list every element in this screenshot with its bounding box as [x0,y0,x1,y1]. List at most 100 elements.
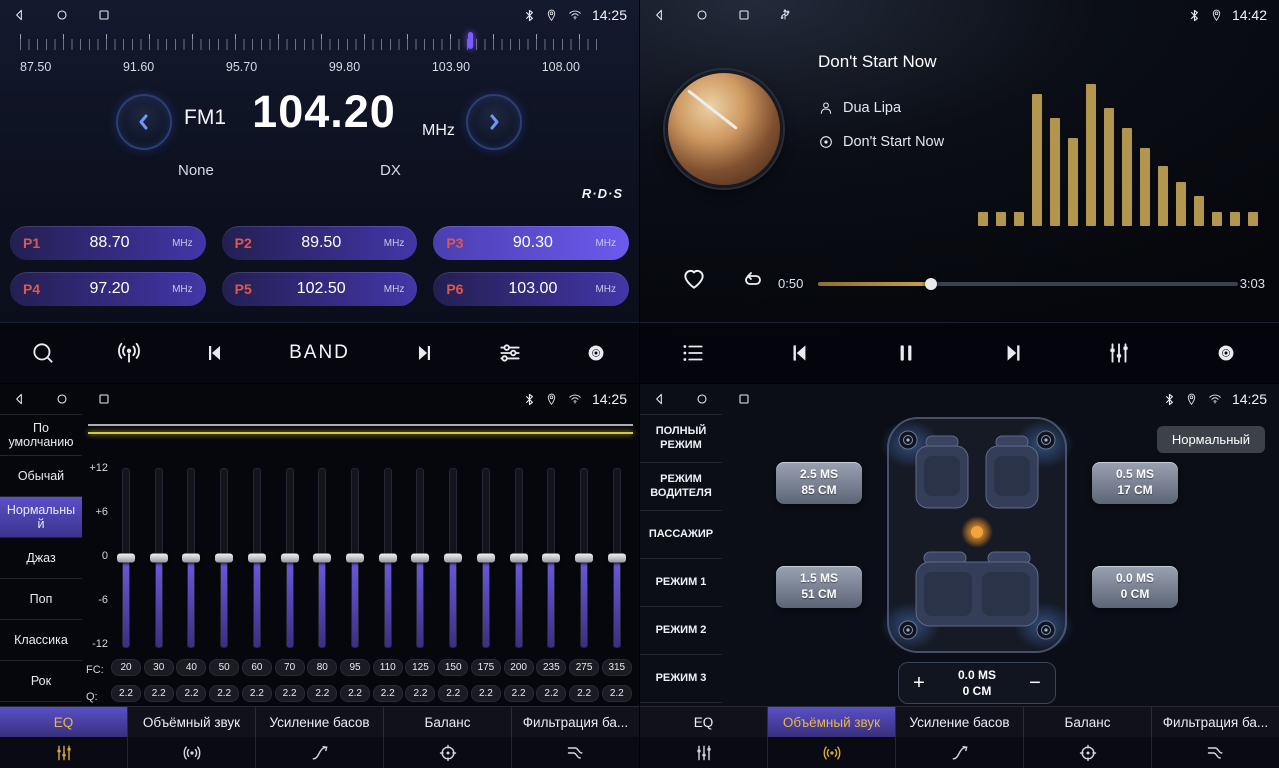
nav-recents-icon[interactable] [736,391,752,407]
eq-gain-slider[interactable] [181,468,201,648]
eq-gain-slider[interactable] [574,468,594,648]
nav-home-icon[interactable] [694,7,710,23]
eq-slider-knob[interactable] [215,554,233,563]
eq-preset-item[interactable]: Джаз [0,538,82,579]
audio-settings-tab[interactable]: Усиление басов [896,707,1024,737]
preset-button[interactable]: P1 88.70 MHz [10,226,206,260]
balance-icon[interactable] [1024,737,1152,768]
previous-track-icon[interactable] [199,337,231,369]
eq-gain-slider[interactable] [607,468,627,648]
next-track-icon[interactable] [996,336,1030,370]
nav-recents-icon[interactable] [736,7,752,23]
eq-gain-slider[interactable] [476,468,496,648]
bass-boost-icon[interactable] [256,737,384,768]
preset-button[interactable]: P3 90.30 MHz [433,226,629,260]
crossover-filter-icon[interactable] [512,737,639,768]
audio-settings-tab[interactable]: Объёмный звук [768,707,896,737]
nav-home-icon[interactable] [54,391,70,407]
eq-slider-knob[interactable] [150,554,168,563]
delay-decrease-button[interactable]: − [1015,663,1055,703]
preset-button[interactable]: P4 97.20 MHz [10,272,206,306]
delay-increase-button[interactable]: + [899,663,939,703]
nav-back-icon[interactable] [652,7,668,23]
next-track-icon[interactable] [408,337,440,369]
favorite-heart-icon[interactable] [678,264,710,297]
listening-mode-item[interactable]: РЕЖИМ 3 [640,655,722,703]
bass-boost-icon[interactable] [896,737,1024,768]
crossover-filter-icon[interactable] [1152,737,1279,768]
eq-gain-slider[interactable] [443,468,463,648]
eq-gain-slider[interactable] [541,468,561,648]
audio-settings-tab[interactable]: Фильтрация ба... [1152,707,1279,737]
mixer-icon[interactable] [1102,336,1136,370]
audio-settings-tab[interactable]: Баланс [384,707,512,737]
eq-gain-slider[interactable] [116,468,136,648]
listening-mode-item[interactable]: РЕЖИМ 2 [640,607,722,655]
audio-settings-tab[interactable]: Фильтрация ба... [512,707,639,737]
nav-back-icon[interactable] [652,391,668,407]
eq-slider-knob[interactable] [281,554,299,563]
nav-home-icon[interactable] [54,7,70,23]
audio-settings-tab[interactable]: Усиление басов [256,707,384,737]
eq-slider-knob[interactable] [117,554,135,563]
pause-icon[interactable] [889,336,923,370]
preset-button[interactable]: P6 103.00 MHz [433,272,629,306]
listening-mode-item[interactable]: РЕЖИМ 1 [640,559,722,607]
delay-front-left[interactable]: 2.5 MS 85 CM [776,462,862,504]
eq-gain-slider[interactable] [378,468,398,648]
eq-preset-item[interactable]: Рок [0,661,82,702]
eq-slider-knob[interactable] [575,554,593,563]
delay-rear-right[interactable]: 0.0 MS 0 CM [1092,566,1178,608]
eq-gain-slider[interactable] [247,468,267,648]
eq-slider-knob[interactable] [510,554,528,563]
eq-gain-slider[interactable] [509,468,529,648]
tune-down-button[interactable] [116,94,172,150]
eq-slider-knob[interactable] [542,554,560,563]
eq-slider-knob[interactable] [444,554,462,563]
audio-settings-tab[interactable]: EQ [640,707,768,737]
audio-settings-tab[interactable]: Баланс [1024,707,1152,737]
listening-mode-item[interactable]: ПАССАЖИР [640,511,722,559]
preset-button[interactable]: P2 89.50 MHz [222,226,418,260]
nav-back-icon[interactable] [12,7,28,23]
audio-settings-tab[interactable]: EQ [0,707,128,737]
playlist-icon[interactable] [676,336,710,370]
band-button[interactable]: BAND [283,341,356,365]
eq-slider-knob[interactable] [346,554,364,563]
eq-sliders-icon[interactable] [0,737,128,768]
eq-sliders-icon[interactable] [640,737,768,768]
eq-slider-knob[interactable] [477,554,495,563]
eq-gain-slider[interactable] [214,468,234,648]
eq-preset-item[interactable]: Поп [0,579,82,620]
eq-slider-knob[interactable] [248,554,266,563]
listening-mode-item[interactable]: ПОЛНЫЙ РЕЖИМ [640,415,722,463]
audio-settings-tab[interactable]: Объёмный звук [128,707,256,737]
delay-rear-left[interactable]: 1.5 MS 51 CM [776,566,862,608]
surround-sound-icon[interactable] [128,737,256,768]
preset-button[interactable]: P5 102.50 MHz [222,272,418,306]
nav-recents-icon[interactable] [96,391,112,407]
progress-bar[interactable] [818,282,1238,286]
broadcast-icon[interactable] [112,336,146,370]
listening-mode-item[interactable]: РЕЖИМ ВОДИТЕЛЯ [640,463,722,511]
delay-front-right[interactable]: 0.5 MS 17 CM [1092,462,1178,504]
tune-up-button[interactable] [466,94,522,150]
previous-track-icon[interactable] [783,336,817,370]
nav-recents-icon[interactable] [96,7,112,23]
eq-preset-item[interactable]: Обычай [0,456,82,497]
repeat-icon[interactable] [738,266,768,297]
eq-slider-knob[interactable] [182,554,200,563]
eq-gain-slider[interactable] [280,468,300,648]
eq-gain-slider[interactable] [345,468,365,648]
settings-gear-icon[interactable] [579,336,613,370]
scan-icon[interactable] [26,336,60,370]
eq-gain-slider[interactable] [410,468,430,648]
eq-gain-slider[interactable] [149,468,169,648]
eq-preset-item[interactable]: Классика [0,620,82,661]
eq-preset-item[interactable]: Нормальный [0,497,82,538]
nav-back-icon[interactable] [12,391,28,407]
settings-gear-icon[interactable] [1209,336,1243,370]
surround-sound-icon[interactable] [768,737,896,768]
eq-preset-item[interactable]: По умолчанию [0,415,82,456]
eq-slider-knob[interactable] [379,554,397,563]
